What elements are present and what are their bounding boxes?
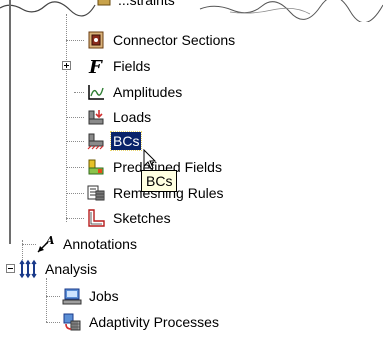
annotations-icon: A <box>36 234 56 254</box>
constraints-label: ...straints <box>118 0 175 8</box>
tree-item-label: Sketches <box>113 210 171 226</box>
tree-line-analysis <box>46 278 47 322</box>
tree-hline <box>74 92 84 93</box>
tree-hline <box>66 141 84 142</box>
connector-sections-icon <box>86 30 106 50</box>
tree-item-bcs[interactable]: BCs <box>86 130 143 152</box>
tree-hline <box>66 218 84 219</box>
tree-item-connector-sections[interactable]: Connector Sections <box>86 29 237 51</box>
tree-item-jobs[interactable]: Jobs <box>62 285 121 307</box>
model-tree-panel: ...straints Connector Sections F Fields … <box>0 0 383 341</box>
tree-hline <box>46 322 60 323</box>
bcs-tooltip: BCs <box>141 170 178 192</box>
tree-item-label: Analysis <box>45 261 98 277</box>
adaptivity-processes-icon <box>62 312 82 332</box>
fields-icon: F <box>86 56 106 76</box>
tree-hline <box>66 40 84 41</box>
bcs-icon <box>86 131 106 151</box>
sketches-icon <box>86 208 106 228</box>
constraints-icon <box>96 0 114 9</box>
tree-item-loads[interactable]: Loads <box>86 106 153 128</box>
tree-hline <box>66 167 84 168</box>
fields-expand-toggle[interactable] <box>62 61 71 70</box>
tree-hline <box>46 296 60 297</box>
tree-item-label: Adaptivity Processes <box>89 314 219 330</box>
tree-item-label: BCs <box>109 131 143 151</box>
loads-icon <box>86 107 106 127</box>
predefined-fields-icon <box>86 157 106 177</box>
tree-hline <box>22 244 36 245</box>
svg-text:F: F <box>88 57 103 76</box>
tree-item-label: Amplitudes <box>113 84 183 100</box>
jobs-icon <box>62 286 82 306</box>
tree-item-amplitudes[interactable]: Amplitudes <box>86 81 184 103</box>
tree-item-label: Annotations <box>63 236 137 252</box>
mouse-cursor-icon <box>143 149 157 170</box>
tree-item-label: Fields <box>113 58 151 74</box>
analysis-collapse-toggle[interactable] <box>6 264 15 273</box>
partial-constraints-row[interactable]: ...straints <box>0 0 383 14</box>
tree-item-label: Loads <box>113 109 152 125</box>
amplitudes-icon <box>86 82 106 102</box>
tree-item-adaptivity-processes[interactable]: Adaptivity Processes <box>62 311 221 333</box>
tree-item-analysis[interactable]: Analysis <box>18 258 99 280</box>
svg-text:A: A <box>45 234 55 247</box>
tree-line-main <box>66 14 67 222</box>
tree-item-sketches[interactable]: Sketches <box>86 207 173 229</box>
analysis-icon <box>18 259 38 279</box>
tree-item-annotations[interactable]: A Annotations <box>36 233 139 255</box>
tree-frame-left <box>9 0 11 244</box>
remeshing-rules-icon <box>86 183 106 203</box>
tree-hline <box>66 193 84 194</box>
tree-hline <box>66 117 84 118</box>
tree-item-label: Jobs <box>89 288 119 304</box>
tree-item-label: Connector Sections <box>113 32 236 48</box>
tree-item-fields[interactable]: F Fields <box>86 55 152 77</box>
